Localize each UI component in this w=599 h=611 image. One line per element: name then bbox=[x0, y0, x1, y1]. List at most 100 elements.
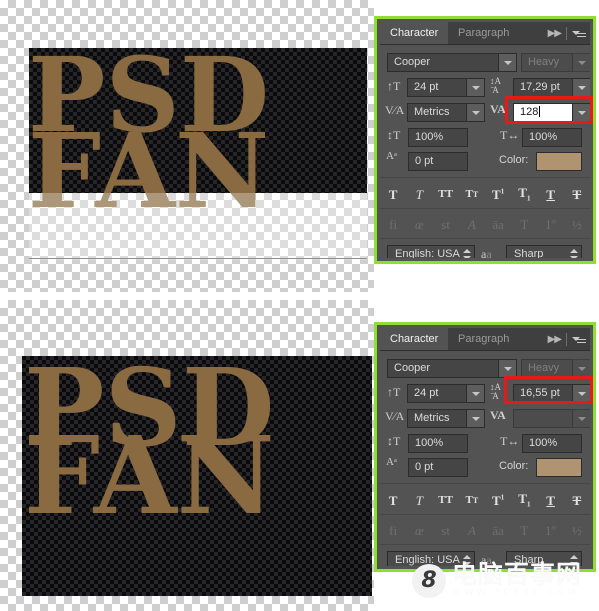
stylistic-alternates-button[interactable]: āa bbox=[487, 524, 509, 537]
canvas-top[interactable]: PSD FAN bbox=[0, 0, 374, 292]
subscript-button[interactable]: T1 bbox=[513, 492, 535, 509]
stylistic-alternates-button[interactable]: āa bbox=[487, 218, 509, 231]
ordinals-button[interactable]: 1st bbox=[540, 218, 562, 231]
watermark-logo-icon: 8 bbox=[412, 563, 446, 598]
small-caps-button[interactable]: TT bbox=[461, 494, 483, 506]
opentype-buttons: fi œ st A āa T 1st ½ bbox=[380, 213, 590, 235]
tracking-dropdown-arrow[interactable] bbox=[573, 409, 590, 428]
tracking-dropdown-arrow[interactable] bbox=[573, 103, 590, 122]
font-family-dropdown-arrow[interactable] bbox=[499, 53, 517, 72]
tab-paragraph[interactable]: Paragraph bbox=[448, 22, 519, 44]
faux-bold-button[interactable]: T bbox=[382, 494, 404, 507]
horizontal-scale-input[interactable]: 100% bbox=[522, 434, 582, 453]
panel-menu-icon[interactable] bbox=[572, 28, 586, 39]
tab-character[interactable]: Character bbox=[380, 22, 449, 44]
contextual-alternates-button[interactable]: œ bbox=[408, 524, 430, 537]
discretionary-ligatures-button[interactable]: st bbox=[435, 524, 457, 537]
tracking-icon: VA bbox=[490, 408, 506, 422]
panel-separator-3 bbox=[380, 544, 590, 545]
discretionary-ligatures-button[interactable]: st bbox=[435, 218, 457, 231]
small-caps-button[interactable]: TT bbox=[461, 188, 483, 200]
all-caps-button[interactable]: TT bbox=[435, 494, 457, 506]
tracking-input[interactable] bbox=[513, 409, 573, 428]
all-caps-button[interactable]: TT bbox=[435, 188, 457, 200]
panel-tab-tools: ▶▶ bbox=[548, 328, 586, 350]
fractions-button[interactable]: ½ bbox=[566, 524, 588, 537]
text-color-swatch[interactable] bbox=[536, 152, 582, 171]
panel-separator-1 bbox=[380, 177, 590, 178]
underline-button[interactable]: T bbox=[540, 188, 562, 201]
leading-dropdown-arrow[interactable] bbox=[573, 78, 590, 97]
leading-icon: ↕A ̄A bbox=[490, 76, 501, 95]
ordinals-button[interactable]: 1st bbox=[540, 524, 562, 537]
artwork-text-top: PSD FAN bbox=[28, 44, 373, 224]
tab-character[interactable]: Character bbox=[380, 328, 449, 350]
font-family-input[interactable]: Cooper bbox=[387, 359, 499, 378]
vertical-scale-icon: ↕T bbox=[387, 434, 401, 448]
character-panel-top-frame: Character Paragraph ▶▶ Cooper Heavy ↑T 2… bbox=[374, 16, 596, 264]
panel-separator-2 bbox=[380, 208, 590, 209]
superscript-button[interactable]: T1 bbox=[487, 188, 509, 201]
leading-input[interactable]: 16,55 pt bbox=[513, 384, 573, 403]
canvas-baseline-guide bbox=[29, 258, 367, 259]
character-panel-bottom: Character Paragraph ▶▶ Cooper Heavy ↑T 2… bbox=[380, 328, 590, 566]
kerning-input[interactable]: Metrics bbox=[407, 103, 467, 122]
font-size-input[interactable]: 24 pt bbox=[407, 384, 467, 403]
font-style-input[interactable]: Heavy bbox=[521, 359, 573, 378]
standard-ligatures-button[interactable]: fi bbox=[382, 218, 404, 231]
font-style-dropdown-arrow[interactable] bbox=[573, 53, 590, 72]
kerning-dropdown-arrow[interactable] bbox=[467, 409, 485, 428]
canvas-bottom[interactable]: PSD FAN bbox=[0, 300, 374, 611]
tab-paragraph[interactable]: Paragraph bbox=[448, 328, 519, 350]
baseline-shift-input[interactable]: 0 pt bbox=[408, 458, 468, 477]
font-style-dropdown-arrow[interactable] bbox=[573, 359, 590, 378]
baseline-shift-input[interactable]: 0 pt bbox=[408, 152, 468, 171]
leading-dropdown-arrow[interactable] bbox=[573, 384, 590, 403]
faux-bold-button[interactable]: T bbox=[382, 188, 404, 201]
underline-button[interactable]: T bbox=[540, 494, 562, 507]
strikethrough-button[interactable]: T bbox=[566, 188, 588, 201]
language-stepper-arrows[interactable] bbox=[463, 245, 472, 258]
site-watermark: 8 电脑百事网 WWW.PC841.COM bbox=[412, 562, 582, 600]
fractions-button[interactable]: ½ bbox=[566, 218, 588, 231]
font-family-input[interactable]: Cooper bbox=[387, 53, 499, 72]
titling-alternates-button[interactable]: T bbox=[513, 218, 535, 231]
panel-tabbar-top: Character Paragraph ▶▶ bbox=[380, 22, 590, 45]
character-panel-top: Character Paragraph ▶▶ Cooper Heavy ↑T 2… bbox=[380, 22, 590, 258]
antialias-stepper-arrows[interactable] bbox=[570, 245, 579, 258]
subscript-button[interactable]: T1 bbox=[513, 186, 535, 203]
tracking-input[interactable]: 128 bbox=[513, 103, 573, 122]
standard-ligatures-button[interactable]: fi bbox=[382, 524, 404, 537]
font-size-dropdown-arrow[interactable] bbox=[467, 78, 485, 97]
divider bbox=[566, 26, 567, 40]
watermark-site-name: 电脑百事网 bbox=[452, 560, 583, 589]
panel-menu-icon[interactable] bbox=[572, 334, 586, 345]
double-arrow-icon[interactable]: ▶▶ bbox=[548, 334, 562, 345]
vertical-scale-input[interactable]: 100% bbox=[408, 128, 468, 147]
contextual-alternates-button[interactable]: œ bbox=[408, 218, 430, 231]
anti-aliasing-icon: aa bbox=[481, 247, 492, 258]
baseline-shift-icon: Aᵃ bbox=[386, 150, 397, 162]
baseline-shift-icon: Aᵃ bbox=[386, 456, 397, 468]
font-size-dropdown-arrow[interactable] bbox=[467, 384, 485, 403]
vertical-scale-input[interactable]: 100% bbox=[408, 434, 468, 453]
text-color-swatch[interactable] bbox=[536, 458, 582, 477]
horizontal-scale-input[interactable]: 100% bbox=[522, 128, 582, 147]
kerning-icon: V∕A bbox=[385, 103, 405, 117]
strikethrough-button[interactable]: T bbox=[566, 494, 588, 507]
language-select[interactable]: English: USA bbox=[387, 245, 475, 258]
kerning-dropdown-arrow[interactable] bbox=[467, 103, 485, 122]
swash-button[interactable]: A bbox=[461, 218, 483, 231]
font-size-input[interactable]: 24 pt bbox=[407, 78, 467, 97]
faux-italic-button[interactable]: T bbox=[408, 188, 430, 201]
titling-alternates-button[interactable]: T bbox=[513, 524, 535, 537]
faux-italic-button[interactable]: T bbox=[408, 494, 430, 507]
double-arrow-icon[interactable]: ▶▶ bbox=[548, 28, 562, 39]
tracking-input-value: 128 bbox=[520, 106, 539, 118]
font-family-dropdown-arrow[interactable] bbox=[499, 359, 517, 378]
kerning-input[interactable]: Metrics bbox=[407, 409, 467, 428]
swash-button[interactable]: A bbox=[461, 524, 483, 537]
leading-input[interactable]: 17,29 pt bbox=[513, 78, 573, 97]
font-style-input[interactable]: Heavy bbox=[521, 53, 573, 72]
superscript-button[interactable]: T1 bbox=[487, 494, 509, 507]
